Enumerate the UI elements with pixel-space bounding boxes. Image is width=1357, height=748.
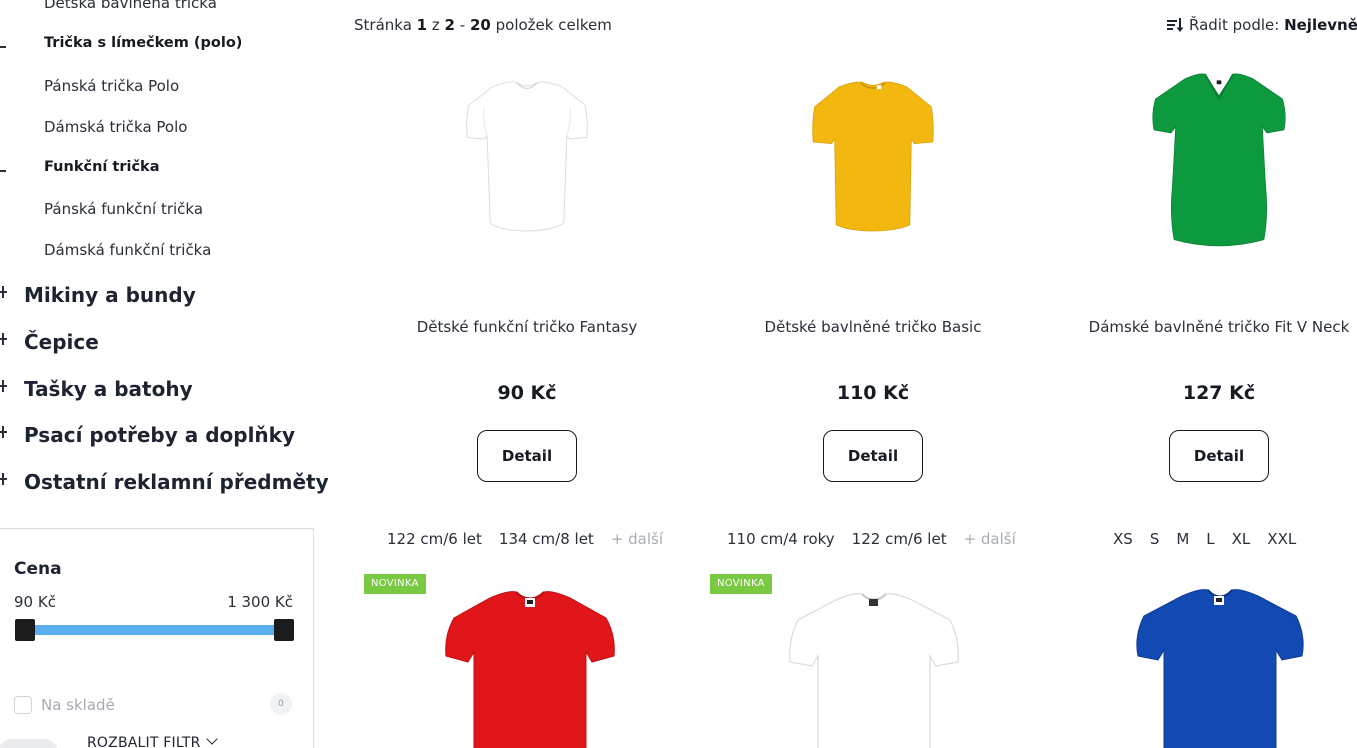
expand-plus-icon[interactable] (0, 286, 7, 298)
sidebar-item-psaci-potreby[interactable]: Psací potřeby a doplňky (24, 423, 295, 447)
product-image[interactable] (420, 582, 640, 748)
price-min-value: 90 Kč (14, 593, 56, 611)
price-filter-panel: Cena 90 Kč 1 300 Kč Na skladě 0 ROZBALIT… (0, 528, 314, 748)
expand-plus-icon[interactable] (0, 333, 7, 345)
sidebar-item-cepice[interactable]: Čepice (24, 330, 99, 354)
sidebar-item-ostatni-predmety[interactable]: Ostatní reklamní předměty (24, 470, 329, 494)
sidebar-item-panska-funkcni-tricka[interactable]: Pánská funkční trička (44, 200, 203, 218)
expand-plus-icon[interactable] (0, 473, 7, 485)
price-max-value: 1 300 Kč (227, 593, 293, 611)
sidebar-item-mikiny-a-bundy[interactable]: Mikiny a bundy (24, 283, 196, 307)
size-option[interactable]: 122 cm/6 let (387, 530, 482, 548)
page-dash: - (459, 16, 466, 34)
product-image[interactable] (1110, 584, 1330, 748)
size-option[interactable]: XS (1113, 530, 1133, 548)
product-price: 90 Kč (497, 382, 557, 404)
sidebar-item-tricka-polo[interactable]: Trička s límečkem (polo) (44, 35, 242, 51)
price-range-track[interactable] (24, 625, 284, 635)
sidebar-item-funkcni-tricka[interactable]: Funkční trička (44, 159, 159, 175)
new-badge: NOVINKA (710, 574, 772, 594)
sidebar-item-tasky-a-batohy[interactable]: Tašky a batohy (24, 377, 193, 401)
pagination-info: Stránka 1 z 2 - 20 položek celkem (354, 16, 612, 34)
price-slider-min-handle[interactable] (15, 619, 35, 641)
expand-plus-icon[interactable] (0, 380, 7, 392)
items-suffix: položek celkem (495, 16, 612, 34)
sidebar-item-panska-tricka-polo[interactable]: Pánská trička Polo (44, 77, 179, 95)
product-image[interactable] (1049, 68, 1357, 300)
instock-checkbox[interactable] (14, 696, 32, 714)
collapse-dash-icon[interactable] (0, 46, 6, 48)
product-name[interactable]: Dětské bavlněné tričko Basic (703, 318, 1043, 336)
page-total: 2 (444, 16, 455, 34)
page-of: z (431, 16, 440, 34)
size-option[interactable]: XL (1232, 530, 1251, 548)
size-option[interactable]: 122 cm/6 let (852, 530, 947, 548)
product-image[interactable] (764, 584, 984, 748)
detail-button[interactable]: Detail (823, 430, 923, 482)
sidebar-item-detske-bavlnene-tricka[interactable]: Dětská bavlněná trička (44, 0, 217, 12)
sidebar-item-damska-funkcni-tricka[interactable]: Dámská funkční trička (44, 241, 211, 259)
product-price: 110 Kč (836, 382, 910, 404)
sort-icon[interactable] (1166, 17, 1184, 33)
category-sidebar: Dětská bavlněná trička Trička s límečkem… (0, 0, 329, 748)
collapse-dash-icon[interactable] (0, 170, 6, 172)
new-badge: NOVINKA (364, 574, 426, 594)
product-image[interactable] (703, 70, 1043, 300)
expand-filter-button[interactable]: ROZBALIT FILTR (87, 735, 201, 748)
page-prefix: Stránka (354, 16, 412, 34)
more-sizes-link[interactable]: + další (964, 530, 1016, 548)
size-option[interactable]: M (1176, 530, 1189, 548)
filter-toggle-pill[interactable] (0, 739, 58, 748)
size-list: XS S M L XL XXL (1113, 530, 1313, 548)
size-option[interactable]: 134 cm/8 let (499, 530, 594, 548)
page-current: 1 (416, 16, 428, 34)
filter-title: Cena (14, 559, 62, 579)
sidebar-item-damska-tricka-polo[interactable]: Dámská trička Polo (44, 118, 187, 136)
size-list: 122 cm/6 let 134 cm/8 let + další (387, 530, 680, 548)
instock-label[interactable]: Na skladě (41, 696, 115, 714)
instock-count-badge: 0 (270, 693, 292, 715)
more-sizes-link[interactable]: + další (611, 530, 663, 548)
expand-plus-icon[interactable] (0, 426, 7, 438)
detail-button[interactable]: Detail (477, 430, 577, 482)
size-option[interactable]: S (1150, 530, 1160, 548)
size-option[interactable]: L (1206, 530, 1214, 548)
price-slider-max-handle[interactable] (274, 619, 294, 641)
sort-label: Řadit podle: (1189, 16, 1280, 34)
product-listing-page: Dětská bavlněná trička Trička s límečkem… (0, 0, 1357, 748)
product-name[interactable]: Dětské funkční tričko Fantasy (357, 318, 697, 336)
product-price: 127 Kč (1182, 382, 1256, 404)
detail-button[interactable]: Detail (1169, 430, 1269, 482)
size-option[interactable]: 110 cm/4 roky (727, 530, 835, 548)
product-image[interactable] (357, 70, 697, 300)
size-option[interactable]: XXL (1267, 530, 1296, 548)
product-name[interactable]: Dámské bavlněné tričko Fit V Neck (1049, 318, 1357, 336)
item-count: 20 (469, 16, 491, 34)
size-list: 110 cm/4 roky 122 cm/6 let + další (727, 530, 1033, 548)
chevron-down-icon[interactable] (206, 733, 218, 745)
sort-value[interactable]: Nejlevnějš (1284, 16, 1357, 34)
sort-dropdown[interactable]: Řadit podle: Nejlevnějš (1189, 16, 1357, 34)
